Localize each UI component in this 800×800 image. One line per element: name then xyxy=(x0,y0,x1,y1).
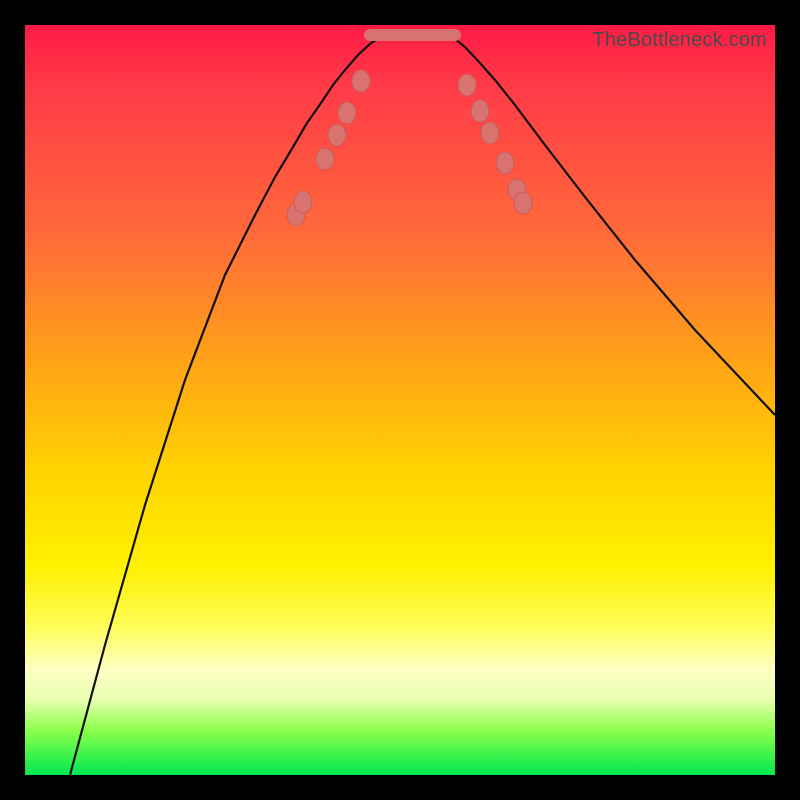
data-point xyxy=(328,124,346,146)
data-point xyxy=(294,191,312,213)
data-point xyxy=(338,102,356,124)
data-point xyxy=(352,70,370,92)
data-point xyxy=(514,192,532,214)
plot-area: TheBottleneck.com xyxy=(25,25,775,775)
data-point xyxy=(471,100,489,122)
data-point xyxy=(316,148,334,170)
curve-layer xyxy=(25,25,775,775)
data-point xyxy=(496,152,514,174)
data-point xyxy=(458,74,476,96)
right-curve xyxy=(450,35,775,415)
chart-frame: TheBottleneck.com xyxy=(0,0,800,800)
dots-right xyxy=(458,74,532,214)
data-point xyxy=(481,122,499,144)
